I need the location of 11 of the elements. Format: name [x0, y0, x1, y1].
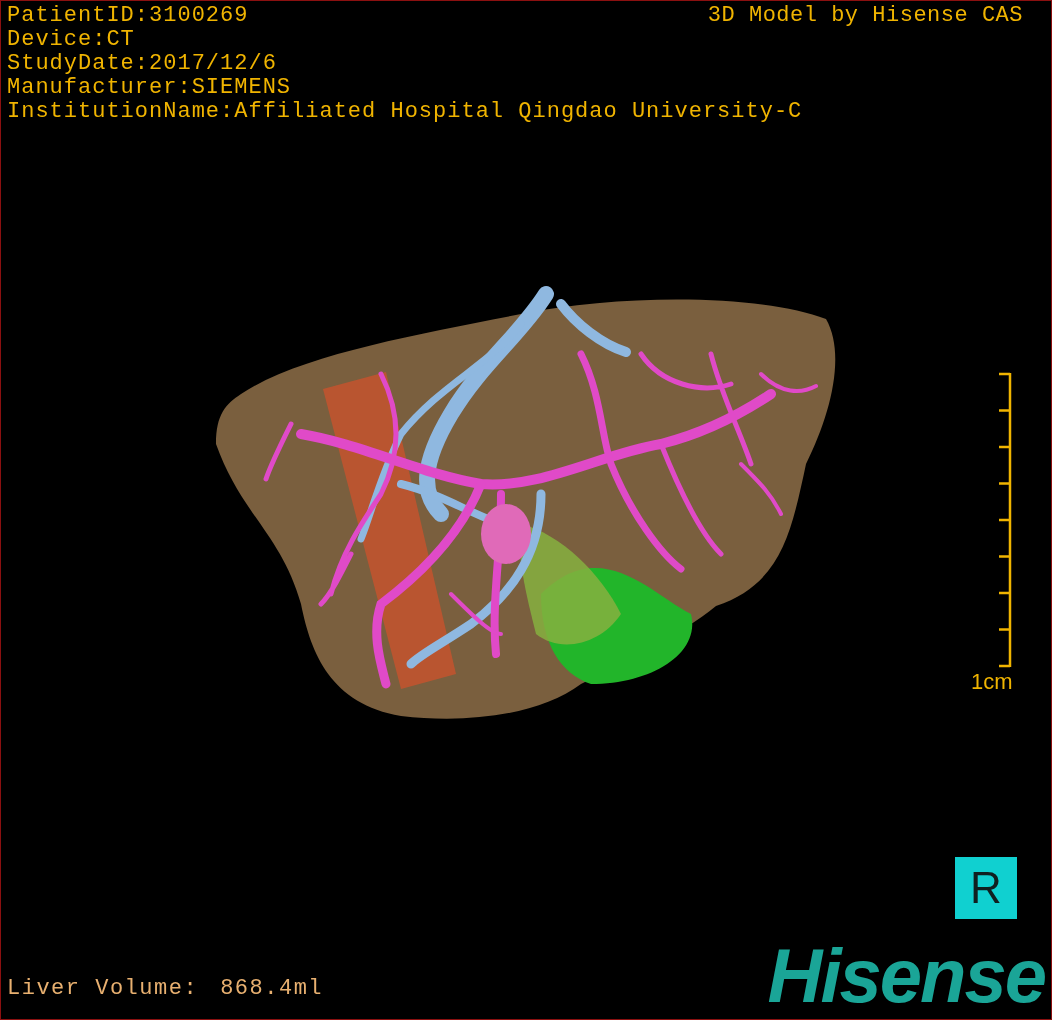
study-info-text: PatientID:3100269	[7, 4, 250, 28]
scale-label: 1cm	[971, 670, 1013, 694]
study-info-text: Manufacturer:SIEMENS	[7, 76, 293, 100]
volume-value: 868.4ml	[220, 977, 324, 1001]
model-caption: 3D Model by Hisense CAS	[707, 4, 1023, 28]
study-info-text: InstitutionName:Affiliated Hospital Qingdao University-C	[7, 100, 804, 124]
study-info-text: Device:CT	[7, 28, 136, 52]
study-info-text: StudyDate:2017/12/6	[7, 52, 278, 76]
orientation-marker: R	[955, 857, 1017, 919]
logo: Hisense	[767, 939, 1046, 1013]
volume-label: Liver Volume:	[7, 977, 199, 1001]
